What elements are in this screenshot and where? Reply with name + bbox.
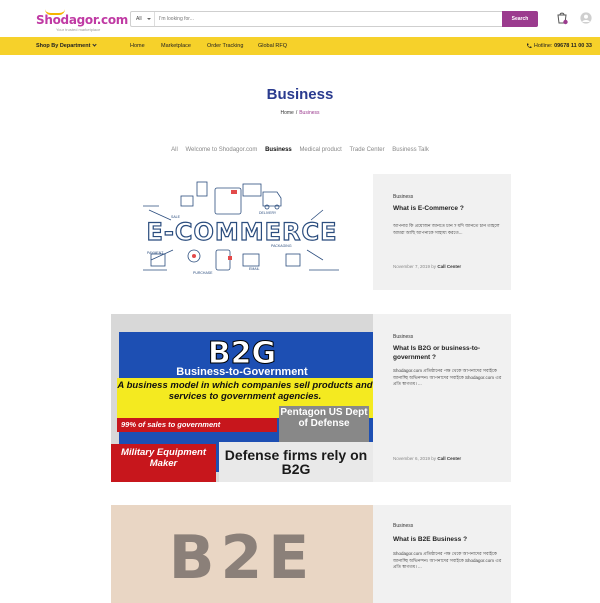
chevron-down-icon [147, 18, 151, 20]
filter-business-talk[interactable]: Business Talk [392, 147, 429, 153]
post-date: November 7, 2019 [393, 264, 431, 269]
b2e-illustration: B2E [111, 505, 373, 603]
category-filters: All Welcome to Shodagor.com Business Med… [0, 147, 600, 153]
post-card: B2G Business-to-Government A business mo… [111, 314, 511, 482]
nav-marketplace[interactable]: Marketplace [161, 37, 191, 55]
post-excerpt: আপনার কি প্রয়োজন জানতে চান ? যদি জানতে … [393, 223, 500, 235]
post-author[interactable]: Call Center [437, 456, 461, 461]
filter-business[interactable]: Business [265, 147, 292, 153]
nav-home[interactable]: Home [130, 37, 145, 55]
image-label-delivery: DELIVERY [259, 211, 277, 215]
search-category-label: All [136, 16, 142, 22]
post-title[interactable]: What is E-Commerce ? [393, 204, 503, 213]
filter-welcome[interactable]: Welcome to Shodagor.com [185, 147, 257, 153]
logo-tagline: Your trusted marketplace [56, 27, 101, 32]
hotline-label: Hotline: [533, 43, 553, 49]
shop-by-department-menu[interactable]: Shop By Department [36, 37, 98, 55]
post-meta: November 7, 2019 by Call Center [393, 264, 461, 269]
post-card: B2E Business What is B2E Business ? Shod… [111, 505, 511, 603]
search-category-select[interactable]: All [131, 12, 155, 26]
post-image-ecommerce[interactable]: E-COMMERCE SALE DELIVERY PAYMENT PACKAGI… [111, 174, 373, 290]
hotline: Hotline: 09678 11 00 33 [526, 37, 592, 55]
ecommerce-image-title: E-COMMERCE [146, 218, 337, 246]
hotline-number[interactable]: 09678 11 00 33 [554, 43, 592, 49]
b2e-image-title: B2E [168, 523, 316, 593]
nav-order-tracking[interactable]: Order Tracking [207, 37, 243, 55]
post-date: November 6, 2019 [393, 456, 431, 461]
chevron-down-icon [92, 42, 98, 47]
image-label-purchase: PURCHASE [193, 271, 213, 275]
post-info-panel: Business What is E-Commerce ? আপনার কি প… [373, 174, 511, 290]
b2g-image-military: Military Equipment Maker [111, 444, 216, 482]
post-author[interactable]: Call Center [437, 264, 461, 269]
post-meta: November 6, 2019 by Call Center [393, 456, 461, 461]
search-input[interactable] [159, 13, 499, 25]
post-category[interactable]: Business [393, 334, 413, 340]
breadcrumb-home[interactable]: Home [280, 110, 293, 116]
post-excerpt: Shodagor.com প্রতিষ্ঠানের পক্ষ থেকে আপনা… [393, 368, 502, 386]
post-category[interactable]: Business [393, 523, 413, 529]
image-label-packaging: PACKAGING [271, 244, 292, 248]
post-title[interactable]: What Is B2G or business-to-government ? [393, 344, 503, 362]
post-image-b2e[interactable]: B2E [111, 505, 373, 603]
b2g-illustration: B2G Business-to-Government A business mo… [111, 314, 373, 482]
breadcrumb-current: Business [299, 110, 320, 116]
post-card: E-COMMERCE SALE DELIVERY PAYMENT PACKAGI… [111, 174, 511, 290]
search-button[interactable]: Search [502, 11, 538, 27]
post-title[interactable]: What is B2E Business ? [393, 535, 503, 544]
search-bar: All Search [130, 11, 538, 27]
post-excerpt: Shodagor.com প্রতিষ্ঠানের পক্ষ থেকে আপনা… [393, 551, 502, 569]
main-nav: Shop By Department Home Marketplace Orde… [0, 37, 600, 55]
top-header: Shodagor.com Your trusted marketplace Al… [0, 0, 600, 37]
page-title: Business [266, 86, 334, 103]
image-label-payment: PAYMENT [147, 251, 164, 255]
post-image-b2g[interactable]: B2G Business-to-Government A business mo… [111, 314, 373, 482]
ecommerce-illustration: E-COMMERCE SALE DELIVERY PAYMENT PACKAGI… [143, 181, 339, 275]
filter-medical-product[interactable]: Medical product [299, 147, 341, 153]
post-by: by [431, 456, 437, 461]
cart-icon[interactable] [556, 12, 568, 25]
filter-all[interactable]: All [171, 147, 178, 153]
breadcrumb: Home / Business [0, 110, 600, 116]
logo-text: Shodagor.com [36, 13, 128, 27]
post-info-panel: Business What Is B2G or business-to-gove… [373, 314, 511, 482]
post-info-panel: Business What is B2E Business ? Shodagor… [373, 505, 511, 603]
b2g-image-pentagon: Pentagon US Dept of Defense [279, 406, 369, 442]
post-by: by [431, 264, 437, 269]
user-avatar-icon[interactable] [580, 12, 592, 24]
b2g-image-subtitle: Business-to-Government [176, 366, 308, 378]
b2g-image-percentage: 99% of sales to government [121, 420, 221, 429]
image-label-sale: SALE [171, 215, 181, 219]
b2g-image-defense: Defense firms rely on B2G [219, 442, 373, 482]
image-label-email: EMAIL [249, 267, 260, 271]
phone-icon [526, 43, 532, 48]
nav-global-rfq[interactable]: Global RFQ [258, 37, 287, 55]
breadcrumb-separator: / [295, 110, 298, 116]
department-label: Shop By Department [36, 43, 91, 49]
filter-trade-center[interactable]: Trade Center [349, 147, 384, 153]
post-category[interactable]: Business [393, 194, 413, 200]
